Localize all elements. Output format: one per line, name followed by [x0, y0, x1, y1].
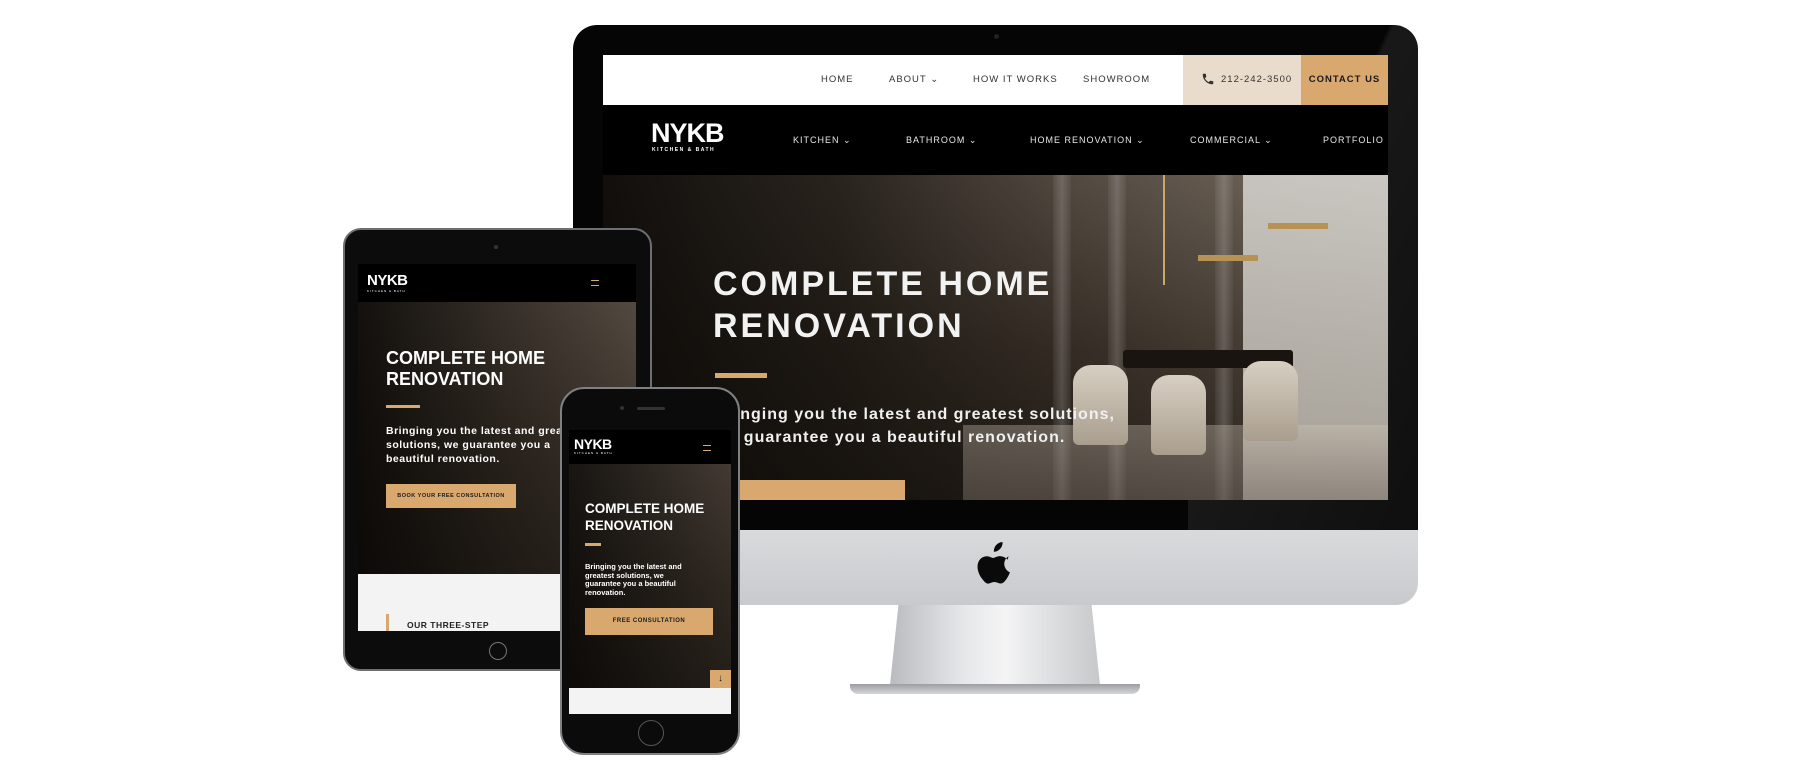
ipad-camera — [494, 245, 498, 249]
nav-home-renovation-label: HOME RENOVATION — [1030, 135, 1133, 145]
nav-kitchen-label: KITCHEN — [793, 135, 840, 145]
arrow-down-icon[interactable]: ↓ — [710, 670, 731, 688]
hamburger-menu-icon[interactable] — [703, 445, 711, 451]
hero-divider — [715, 373, 767, 378]
phone-number: 212-242-3500 — [1221, 74, 1293, 85]
chevron-down-icon: ⌄ — [965, 135, 978, 145]
imac-stand-base — [850, 684, 1140, 694]
ipad-home-button — [489, 642, 507, 660]
nav-home-renovation-link[interactable]: HOME RENOVATION ⌄ — [1030, 105, 1145, 175]
tablet-lower-heading: OUR THREE-STEP — [407, 620, 490, 630]
phone-hero-title: COMPLETE HOME RENOVATION — [585, 500, 725, 534]
nav-home-link[interactable]: HOME — [821, 55, 854, 105]
hero-title: COMPLETE HOME RENOVATION — [713, 263, 1133, 347]
imac-stand — [890, 605, 1100, 685]
tablet-hero-divider — [386, 405, 420, 408]
nav-kitchen-link[interactable]: KITCHEN ⌄ — [793, 105, 852, 175]
iphone-camera — [620, 406, 624, 410]
tablet-hero-title: COMPLETE HOME RENOVATION — [386, 348, 626, 390]
tablet-nav: NYKB KITCHEN & BATH — [358, 264, 636, 302]
desktop-top-nav: HOME ABOUT ⌄ HOW IT WORKS SHOWROOM 212-2… — [603, 55, 1388, 105]
phone-hero-subtitle: Bringing you the latest and greatest sol… — [585, 562, 710, 597]
tablet-brand-logo-sub: KITCHEN & BATH — [367, 289, 406, 293]
tablet-brand-logo[interactable]: NYKB — [367, 273, 408, 289]
chevron-down-icon: ⌄ — [1260, 135, 1273, 145]
hero-pendant-image — [1268, 223, 1328, 229]
nav-bathroom-link[interactable]: BATHROOM ⌄ — [906, 105, 977, 175]
nav-commercial-label: COMMERCIAL — [1190, 135, 1261, 145]
phone-icon — [1202, 73, 1214, 85]
tablet-hero-title-line: COMPLETE HOME — [386, 348, 546, 368]
phone-hero-title-line: RENOVATION — [585, 518, 674, 533]
book-consultation-button[interactable]: BOOK YOUR FREE CONSULTATION — [386, 484, 516, 508]
hero-title-line: COMPLETE HOME — [713, 265, 1053, 303]
hero-cta-button[interactable] — [715, 480, 905, 500]
iphone-speaker — [637, 407, 665, 410]
brand-logo-sub: KITCHEN & BATH — [652, 147, 716, 153]
imac-camera — [994, 34, 999, 39]
hero-subtitle: Bringing you the latest and greatest sol… — [715, 403, 1135, 449]
tablet-lower-accent — [386, 614, 389, 631]
apple-logo-icon — [977, 542, 1010, 584]
phone-hero-title-line: COMPLETE HOME — [585, 501, 705, 516]
nav-bathroom-label: BATHROOM — [906, 135, 966, 145]
phone-hero-divider — [585, 543, 601, 546]
hero-pendant-image — [1198, 255, 1258, 261]
contact-us-button[interactable]: CONTACT US — [1301, 55, 1388, 105]
iphone-home-button — [638, 720, 664, 746]
phone-lower-section — [569, 688, 731, 714]
nav-how-it-works-link[interactable]: HOW IT WORKS — [973, 55, 1058, 105]
chevron-down-icon: ⌄ — [839, 135, 852, 145]
nav-about-link[interactable]: ABOUT ⌄ — [889, 55, 939, 105]
chevron-down-icon: ⌄ — [926, 74, 940, 85]
chevron-down-icon: ⌄ — [1132, 135, 1145, 145]
brand-logo[interactable]: NYKB — [651, 119, 725, 147]
phone-screen: NYKB KITCHEN & BATH COMPLETE HOME RENOVA… — [569, 430, 731, 714]
phone-link[interactable]: 212-242-3500 — [1183, 55, 1301, 105]
hero-subtitle-line: we guarantee you a beautiful renovation. — [715, 429, 1066, 446]
phone-brand-logo-sub: KITCHEN & BATH — [574, 451, 613, 455]
phone-hero-subtitle-line: renovation. — [585, 587, 626, 597]
hero-subtitle-line: Bringing you the latest and greatest sol… — [715, 406, 1115, 423]
hero-lamp-image — [1163, 175, 1165, 285]
phone-brand-logo[interactable]: NYKB — [574, 436, 612, 452]
hamburger-menu-icon[interactable] — [591, 280, 599, 286]
desktop-main-nav: NYKB KITCHEN & BATH KITCHEN ⌄ BATHROOM ⌄… — [603, 105, 1388, 175]
nav-about-label: ABOUT — [889, 74, 927, 85]
nav-showroom-link[interactable]: SHOWROOM — [1083, 55, 1150, 105]
hero-title-line: RENOVATION — [713, 307, 965, 345]
nav-portfolio-link[interactable]: PORTFOLIO — [1323, 105, 1384, 175]
nav-commercial-link[interactable]: COMMERCIAL ⌄ — [1190, 105, 1273, 175]
hero-chair-image — [1243, 361, 1298, 441]
phone-nav: NYKB KITCHEN & BATH — [569, 430, 731, 464]
hero-chair-image — [1151, 375, 1206, 455]
free-consultation-button[interactable]: FREE CONSULTATION — [585, 608, 713, 635]
